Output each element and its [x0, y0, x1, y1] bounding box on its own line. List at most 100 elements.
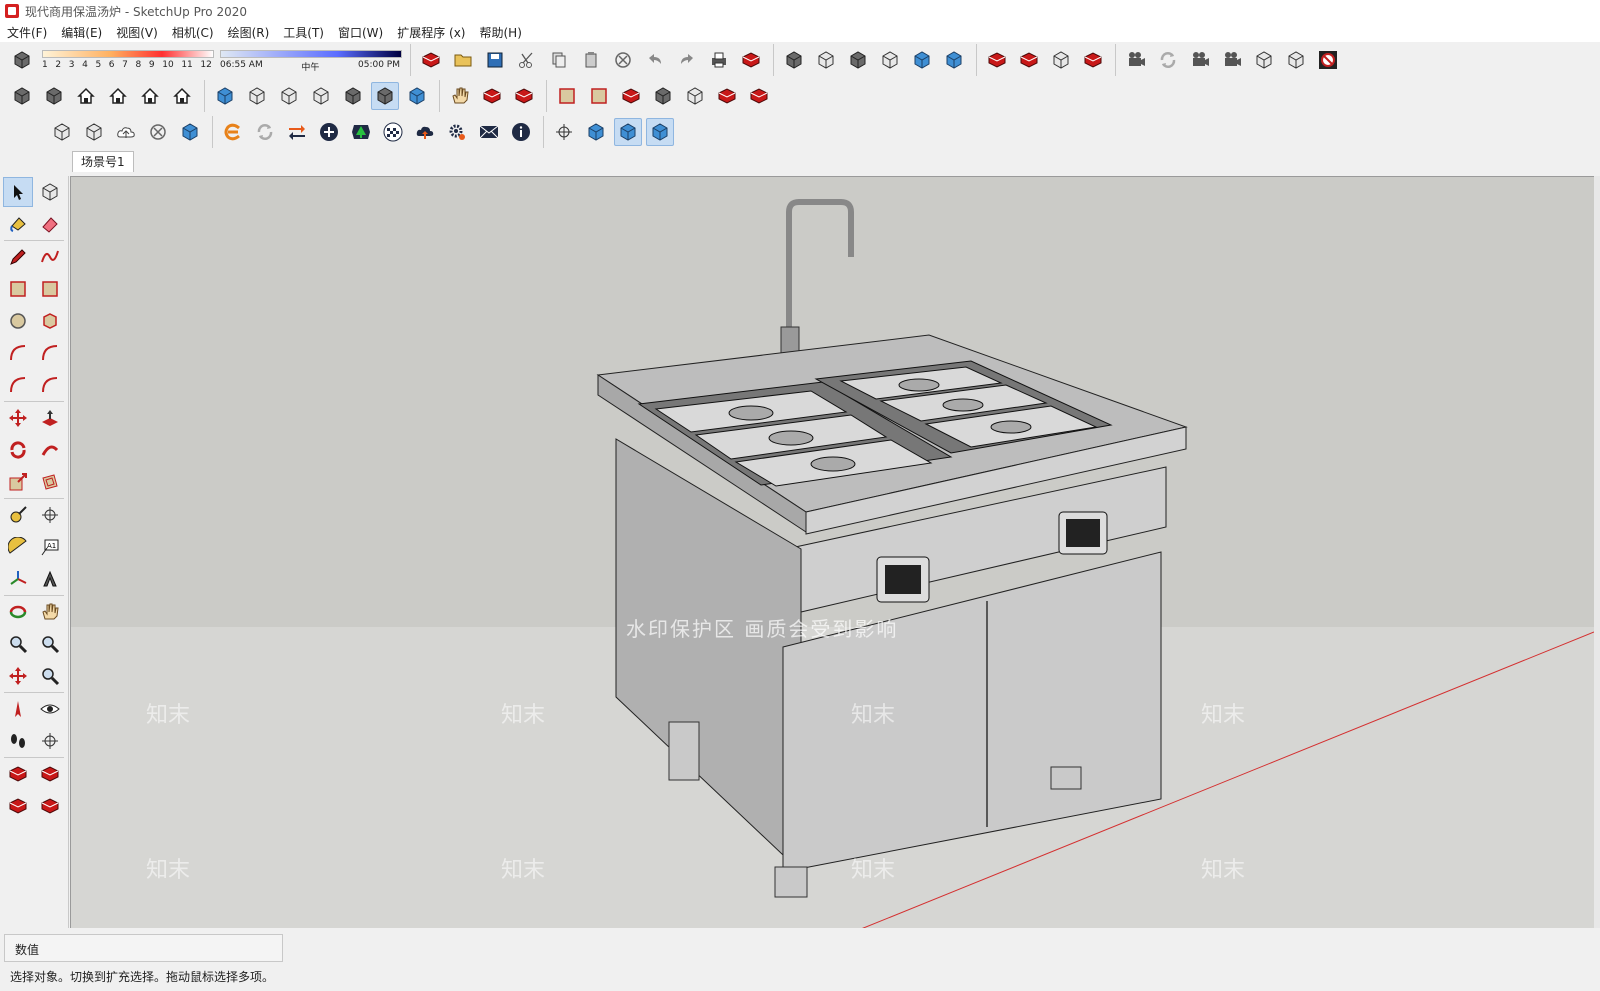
- extension-warehouse-tool[interactable]: [35, 791, 65, 821]
- share-model-tool[interactable]: [35, 759, 65, 789]
- look-around-tool[interactable]: [35, 694, 65, 724]
- solid-intersect-button[interactable]: [812, 46, 840, 74]
- scene-tab-1[interactable]: 场景号1: [72, 151, 134, 172]
- tape-measure-tool[interactable]: [3, 500, 33, 530]
- solid-split-button[interactable]: [940, 46, 968, 74]
- protractor-tool[interactable]: [3, 532, 33, 562]
- measurements-box[interactable]: 数值: [4, 934, 283, 962]
- arc-tool[interactable]: [3, 338, 33, 368]
- enscape-assets-button[interactable]: [347, 118, 375, 146]
- menu-draw[interactable]: 绘图(R): [221, 24, 277, 41]
- monochrome-button[interactable]: [403, 82, 431, 110]
- model-viewport[interactable]: 水印保护区 画质会受到影响 知末 知末 知末 知末 知末 知末 知末 知末: [70, 176, 1595, 930]
- vertical-scrollbar[interactable]: [1594, 176, 1600, 928]
- new-button[interactable]: [417, 46, 445, 74]
- rotate-tool[interactable]: [3, 435, 33, 465]
- hidden-line-button[interactable]: [307, 82, 335, 110]
- sandbox-contours-button[interactable]: [446, 82, 474, 110]
- menu-extensions[interactable]: 扩展程序 (x): [390, 24, 472, 41]
- two-point-perspective-button[interactable]: [646, 118, 674, 146]
- shaded-textures-button[interactable]: [371, 82, 399, 110]
- polygon-tool[interactable]: [35, 306, 65, 336]
- freehand-tool[interactable]: [35, 242, 65, 272]
- menu-window[interactable]: 窗口(W): [331, 24, 390, 41]
- solid-subtract-button[interactable]: [876, 46, 904, 74]
- enscape-capture-button[interactable]: [315, 118, 343, 146]
- enscape-upload-button[interactable]: [411, 118, 439, 146]
- add-detail-button[interactable]: [617, 82, 645, 110]
- select-tool[interactable]: [3, 177, 33, 207]
- enscape-materials-button[interactable]: [379, 118, 407, 146]
- iso-view-button[interactable]: [8, 82, 36, 110]
- time-slider[interactable]: 06:55 AM 中午 05:00 PM: [220, 46, 402, 74]
- export-button[interactable]: [48, 118, 76, 146]
- stamp-button[interactable]: [553, 82, 581, 110]
- three-point-arc-tool[interactable]: [3, 370, 33, 400]
- move-tool[interactable]: [3, 403, 33, 433]
- warehouse-button[interactable]: [983, 46, 1011, 74]
- next-scene-button[interactable]: [1218, 46, 1246, 74]
- menu-file[interactable]: 文件(F): [0, 24, 54, 41]
- perspective-button[interactable]: [614, 118, 642, 146]
- pan-tool[interactable]: [35, 597, 65, 627]
- copy-button[interactable]: [545, 46, 573, 74]
- rectangle-tool[interactable]: [3, 274, 33, 304]
- enscape-sync-button[interactable]: [251, 118, 279, 146]
- warehouse-tool[interactable]: [3, 759, 33, 789]
- undo-button[interactable]: [641, 46, 669, 74]
- link-button[interactable]: [144, 118, 172, 146]
- print-button[interactable]: [705, 46, 733, 74]
- menu-camera[interactable]: 相机(C): [165, 24, 221, 41]
- wireframe-button[interactable]: [275, 82, 303, 110]
- walk-tool[interactable]: [3, 726, 33, 756]
- erase-selection-button[interactable]: [609, 46, 637, 74]
- eraser-tool[interactable]: [35, 209, 65, 239]
- pie-tool[interactable]: [35, 370, 65, 400]
- rotated-rectangle-tool[interactable]: [35, 274, 65, 304]
- photo-match-button[interactable]: [713, 82, 741, 110]
- section-plane-button[interactable]: [1250, 46, 1278, 74]
- date-slider[interactable]: 1 2 3 4 5 6 7 8 9 10 11 12: [42, 46, 214, 74]
- circle-tool[interactable]: [3, 306, 33, 336]
- prev-scene-button[interactable]: [1186, 46, 1214, 74]
- enscape-feedback-button[interactable]: [475, 118, 503, 146]
- section-cut-button[interactable]: [1314, 46, 1342, 74]
- component-tool[interactable]: [35, 177, 65, 207]
- sandbox-smoove-button[interactable]: [510, 82, 538, 110]
- shadows-toggle-button[interactable]: [8, 46, 36, 74]
- position-camera-tool[interactable]: [3, 694, 33, 724]
- update-scene-button[interactable]: [1154, 46, 1182, 74]
- sandbox-scratch-button[interactable]: [478, 82, 506, 110]
- front-view-button[interactable]: [72, 82, 100, 110]
- bucket-button[interactable]: [681, 82, 709, 110]
- enscape-start-button[interactable]: [219, 118, 247, 146]
- xray-button[interactable]: [211, 82, 239, 110]
- zoom-tool[interactable]: [3, 629, 33, 659]
- push-pull-tool[interactable]: [35, 403, 65, 433]
- text-tool[interactable]: [35, 532, 65, 562]
- menu-view[interactable]: 视图(V): [109, 24, 165, 41]
- back-edges-button[interactable]: [243, 82, 271, 110]
- share-component-tool[interactable]: [3, 791, 33, 821]
- line-tool[interactable]: [3, 242, 33, 272]
- cloud-button[interactable]: [112, 118, 140, 146]
- scale-tool[interactable]: [3, 467, 33, 497]
- paste-button[interactable]: [577, 46, 605, 74]
- extension-warehouse-button[interactable]: [1079, 46, 1107, 74]
- 3d-text-tool[interactable]: [35, 564, 65, 594]
- redo-button[interactable]: [673, 46, 701, 74]
- offset-tool[interactable]: [35, 467, 65, 497]
- flip-edge-button[interactable]: [649, 82, 677, 110]
- trimble-connect-button[interactable]: [176, 118, 204, 146]
- save-button[interactable]: [481, 46, 509, 74]
- follow-me-tool[interactable]: [35, 435, 65, 465]
- parallel-projection-button[interactable]: [582, 118, 610, 146]
- enscape-settings-button[interactable]: [443, 118, 471, 146]
- orbit-tool[interactable]: [3, 597, 33, 627]
- section-display-button[interactable]: [1282, 46, 1310, 74]
- add-scene-button[interactable]: [1122, 46, 1150, 74]
- axes-button[interactable]: [550, 118, 578, 146]
- right-view-button[interactable]: [104, 82, 132, 110]
- model-info-button[interactable]: [737, 46, 765, 74]
- solid-outer-shell-button[interactable]: [780, 46, 808, 74]
